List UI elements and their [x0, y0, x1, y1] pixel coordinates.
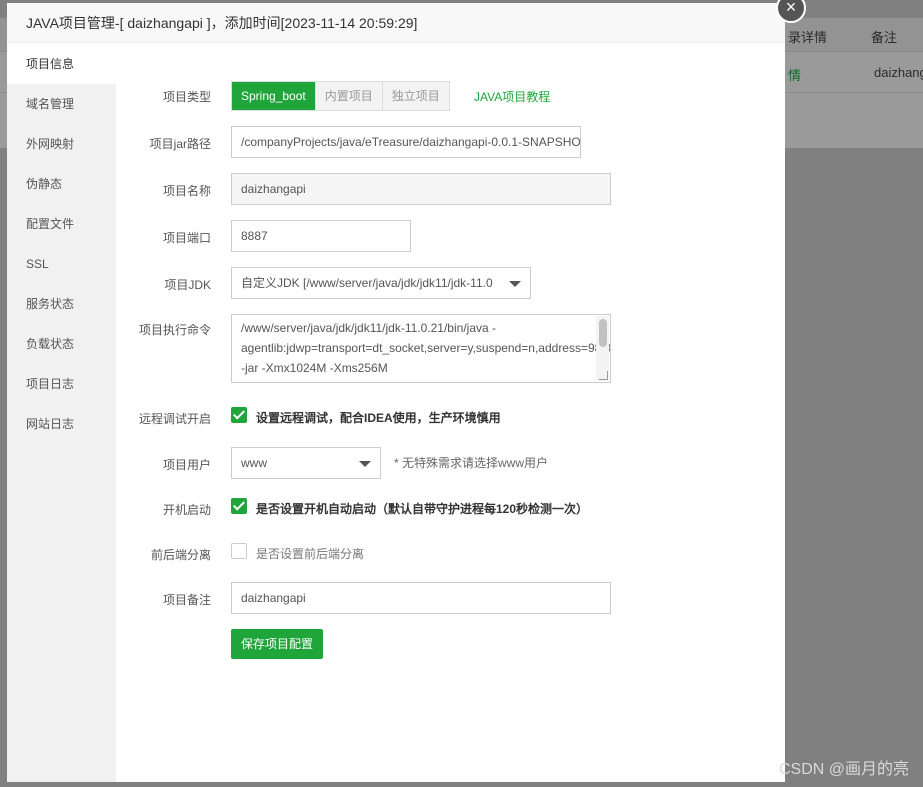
- project-jdk-select[interactable]: 自定义JDK [/www/server/java/jdk/jdk11/jdk-1…: [231, 267, 531, 299]
- project-user-label: 项目用户: [162, 458, 211, 472]
- project-user-select[interactable]: www: [231, 447, 381, 479]
- project-info-form: 项目类型 Spring_boot 内置项目 独立项目 JAVA项目教程 项目ja…: [116, 44, 785, 782]
- row-remark: daizhang: [874, 65, 923, 80]
- project-user-hint: * 无特殊需求请选择www用户: [394, 456, 549, 470]
- chevron-down-icon: [509, 281, 521, 287]
- remote-debug-label: 远程调试开启: [138, 412, 211, 426]
- remote-debug-checkbox[interactable]: [231, 407, 247, 423]
- sidebar-item-site-log[interactable]: 网站日志: [7, 404, 116, 444]
- project-type-builtin[interactable]: 内置项目: [314, 82, 382, 110]
- project-settings-dialog: JAVA项目管理-[ daizhangapi ]，添加时间[2023-11-14…: [7, 0, 806, 782]
- autostart-label: 开机启动: [162, 503, 211, 517]
- remark-label: 项目备注: [162, 593, 211, 607]
- autostart-text: 是否设置开机自动启动（默认自带守护进程每120秒检测一次）: [256, 502, 589, 516]
- project-type-selector: Spring_boot 内置项目 独立项目: [231, 81, 450, 111]
- project-port-input[interactable]: 8887: [231, 220, 411, 252]
- sidebar-item-load-status[interactable]: 负载状态: [7, 324, 116, 364]
- column-header-login-details: 录详情: [788, 30, 828, 45]
- project-type-spring-boot[interactable]: Spring_boot: [232, 82, 315, 110]
- exec-command-value: /www/server/java/jdk/jdk11/jdk-11.0.21/b…: [241, 321, 611, 382]
- chevron-down-icon: [359, 461, 371, 467]
- project-name-label: 项目名称: [162, 184, 211, 198]
- sidebar-item-service-status[interactable]: 服务状态: [7, 284, 116, 324]
- textarea-scrollbar-thumb[interactable]: [599, 319, 607, 347]
- sidebar-item-config-file[interactable]: 配置文件: [7, 204, 116, 244]
- project-type-standalone[interactable]: 独立项目: [381, 82, 449, 110]
- sidebar-item-pseudo-static[interactable]: 伪静态: [7, 164, 116, 204]
- project-port-label: 项目端口: [162, 231, 211, 245]
- java-tutorial-link[interactable]: JAVA项目教程: [474, 88, 550, 105]
- project-user-value: www: [241, 456, 267, 470]
- sidebar-item-ssl[interactable]: SSL: [7, 244, 116, 284]
- csdn-watermark: CSDN @画月的亮: [778, 761, 909, 778]
- sidebar-item-external-mapping[interactable]: 外网映射: [7, 124, 116, 164]
- remote-debug-text: 设置远程调试，配合IDEA使用，生产环境慎用: [256, 411, 501, 425]
- remark-input[interactable]: daizhangapi: [231, 582, 611, 614]
- row-details-link: 情: [788, 68, 802, 83]
- separation-label: 前后端分离: [150, 548, 211, 562]
- column-header-remark: 备注: [871, 30, 898, 45]
- project-jdk-value: 自定义JDK [/www/server/java/jdk/jdk11/jdk-1…: [241, 276, 493, 290]
- sidebar-item-domain-management[interactable]: 域名管理: [7, 84, 116, 124]
- separation-checkbox[interactable]: [231, 543, 247, 559]
- exec-command-label: 项目执行命令: [138, 323, 211, 337]
- jar-path-label: 项目jar路径: [149, 137, 211, 151]
- jar-path-input[interactable]: /companyProjects/java/eTreasure/daizhang…: [231, 126, 581, 158]
- separation-text: 是否设置前后端分离: [256, 547, 365, 561]
- project-name-input[interactable]: daizhangapi: [231, 173, 611, 205]
- save-config-button[interactable]: 保存项目配置: [231, 629, 324, 659]
- project-type-label: 项目类型: [162, 90, 211, 104]
- dialog-title: JAVA项目管理-[ daizhangapi ]，添加时间[2023-11-14…: [7, 3, 785, 43]
- sidebar-item-project-log[interactable]: 项目日志: [7, 364, 116, 404]
- exec-command-textarea[interactable]: /www/server/java/jdk/jdk11/jdk-11.0.21/b…: [231, 314, 611, 383]
- resize-grip-icon[interactable]: [599, 371, 608, 380]
- settings-sidebar: 项目信息 域名管理 外网映射 伪静态 配置文件 SSL 服务状态 负载状态 项目…: [7, 44, 116, 782]
- project-jdk-label: 项目JDK: [164, 278, 211, 292]
- autostart-checkbox[interactable]: [231, 498, 247, 514]
- sidebar-item-project-info[interactable]: 项目信息: [7, 44, 116, 84]
